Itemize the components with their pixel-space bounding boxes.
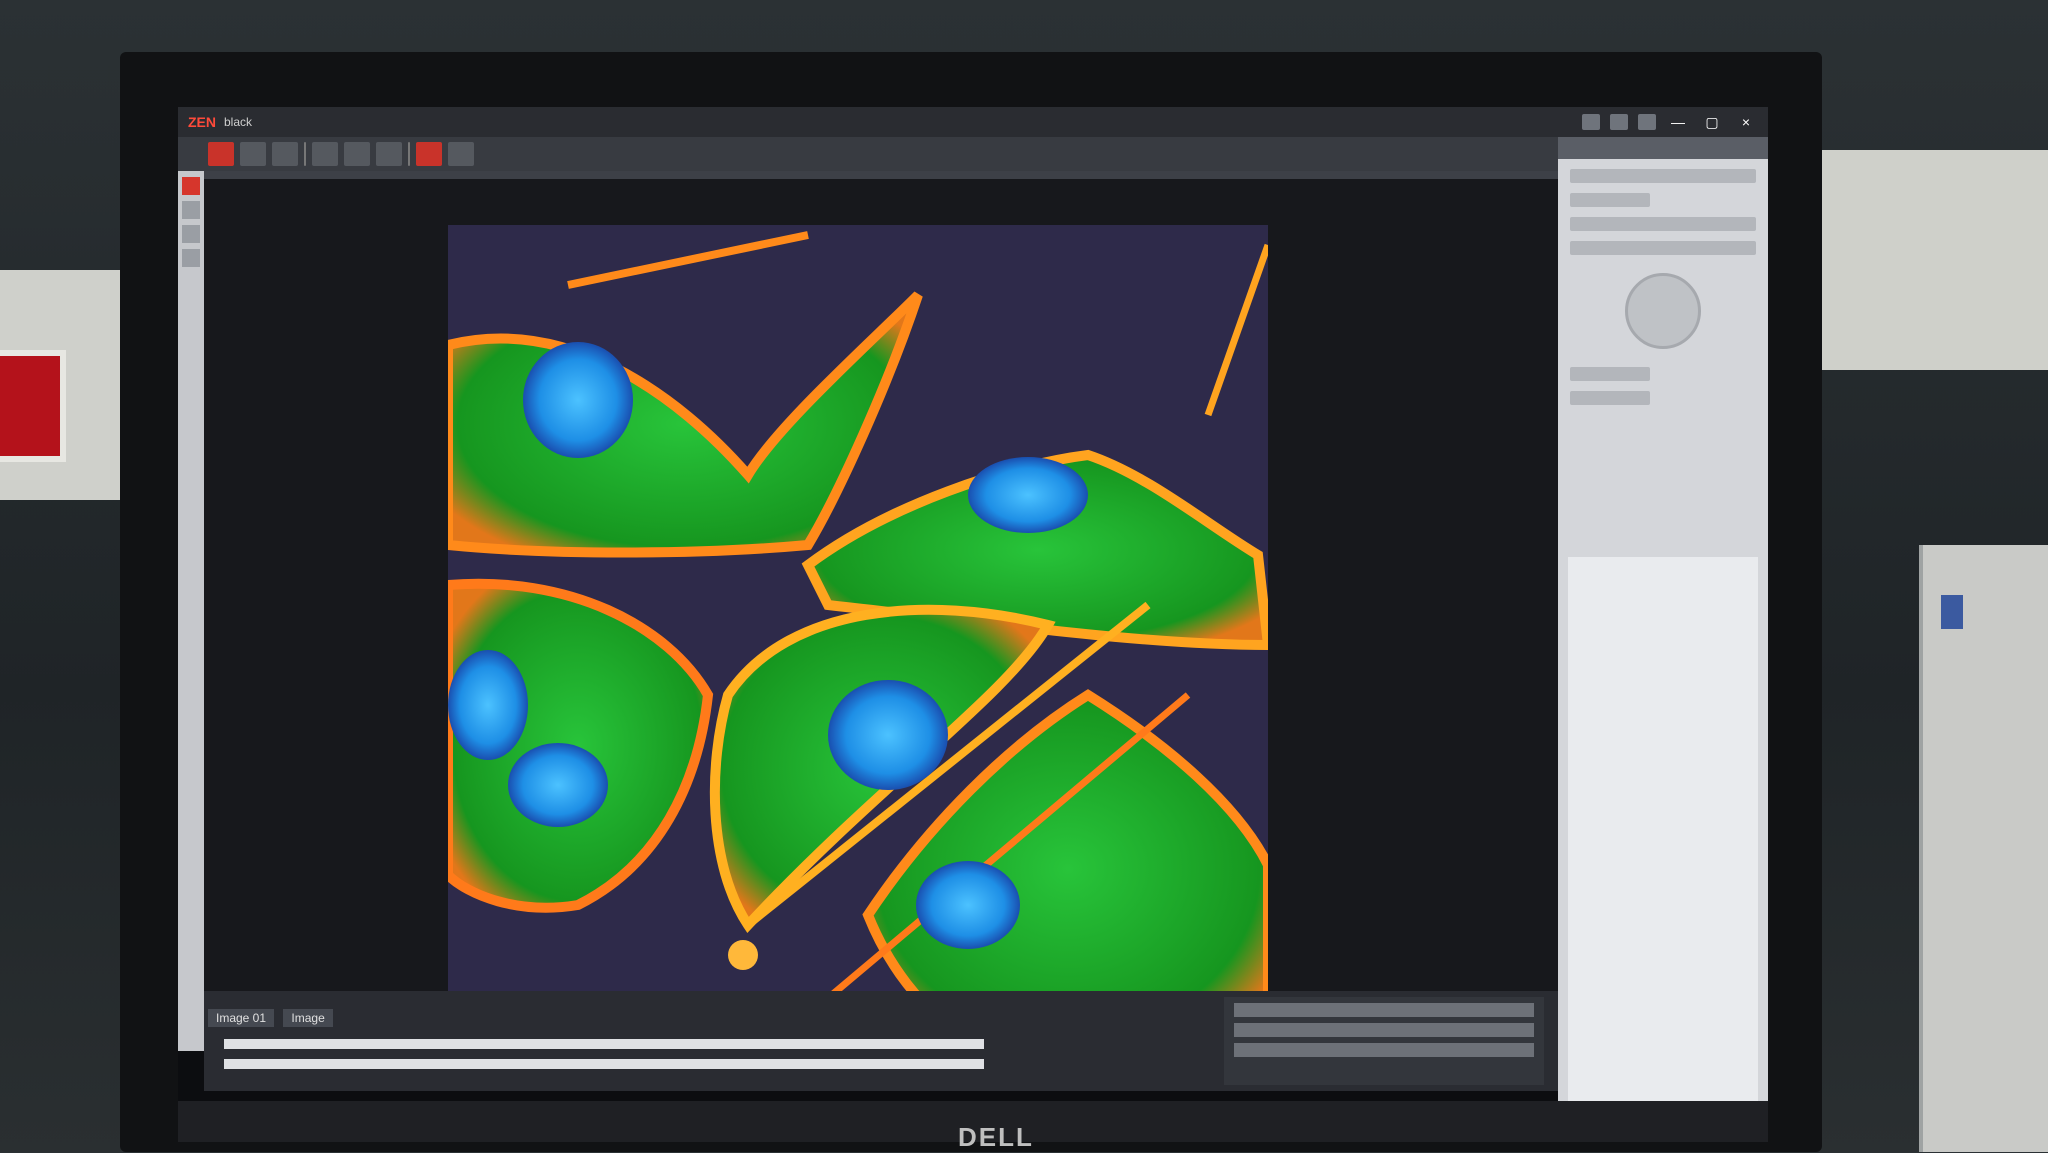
toolbar-separator: [304, 142, 306, 166]
fluorescence-image[interactable]: [448, 225, 1268, 1043]
help-icon[interactable]: [1582, 114, 1600, 130]
maximize-button[interactable]: ▢: [1700, 112, 1724, 132]
nucleus: [508, 743, 608, 827]
panel-control-row[interactable]: [1570, 391, 1650, 405]
strip-record-icon[interactable]: [182, 177, 200, 195]
z-stack-track[interactable]: [224, 1059, 984, 1069]
title-bar: ZEN black — ▢ ×: [178, 107, 1768, 137]
panel-control-row[interactable]: [1570, 169, 1756, 183]
panel-slider[interactable]: [1570, 241, 1756, 255]
app-mode-label: black: [224, 115, 253, 129]
tool-measure-icon[interactable]: [448, 142, 474, 166]
timeline-track[interactable]: [224, 1039, 984, 1049]
file-tab-extra: Image: [283, 1009, 333, 1027]
image-info-panel: [1224, 997, 1544, 1085]
tool-pointer-icon[interactable]: [240, 142, 266, 166]
panel-control-row[interactable]: [1570, 193, 1650, 207]
minimize-button[interactable]: —: [1666, 112, 1690, 132]
left-tool-strip: [178, 171, 204, 1051]
strip-fit-icon[interactable]: [182, 249, 200, 267]
strip-pan-icon[interactable]: [182, 225, 200, 243]
bright-spot: [728, 940, 758, 970]
app-logo: ZEN: [188, 114, 216, 130]
strip-zoom-icon[interactable]: [182, 201, 200, 219]
tool-draw-icon[interactable]: [272, 142, 298, 166]
toolbar-separator: [408, 142, 410, 166]
nucleus: [448, 650, 528, 760]
user-icon[interactable]: [1610, 114, 1628, 130]
panel-tabs[interactable]: [1558, 137, 1768, 159]
panel-list-area[interactable]: [1568, 557, 1758, 1117]
side-device: [1919, 545, 2048, 1152]
monitor: ZEN black — ▢ × Image 01 Image DELL: [120, 52, 1822, 1152]
stage-joystick-icon[interactable]: [1625, 273, 1701, 349]
panel-control-row[interactable]: [1570, 367, 1650, 381]
file-tab[interactable]: Image 01 Image: [208, 1009, 339, 1027]
nucleus: [828, 680, 948, 790]
wall-red-box: [0, 350, 66, 462]
device-logo: [1941, 595, 1963, 629]
wall-panel-right: [1818, 150, 2048, 370]
close-button[interactable]: ×: [1734, 112, 1758, 132]
nucleus: [523, 342, 633, 458]
settings-icon[interactable]: [1638, 114, 1656, 130]
toolbar: [178, 137, 1558, 171]
tool-acquire-icon[interactable]: [208, 142, 234, 166]
bottom-bar: Image 01 Image: [204, 991, 1558, 1091]
right-control-panel: [1558, 137, 1768, 1142]
wall-panel-left: [0, 270, 120, 500]
panel-slider[interactable]: [1570, 217, 1756, 231]
info-row: [1234, 1003, 1534, 1017]
file-tab-label: Image 01: [208, 1009, 275, 1027]
tool-split-icon[interactable]: [376, 142, 402, 166]
nucleus: [916, 861, 1020, 949]
tool-record-icon[interactable]: [416, 142, 442, 166]
image-header-bar: [204, 171, 1558, 179]
tool-layout-icon[interactable]: [344, 142, 370, 166]
screen: ZEN black — ▢ × Image 01 Image: [178, 107, 1768, 1142]
info-row: [1234, 1043, 1534, 1057]
nucleus: [968, 457, 1088, 533]
info-row: [1234, 1023, 1534, 1037]
tool-grid-icon[interactable]: [312, 142, 338, 166]
monitor-brand-logo: DELL: [958, 1122, 1034, 1152]
